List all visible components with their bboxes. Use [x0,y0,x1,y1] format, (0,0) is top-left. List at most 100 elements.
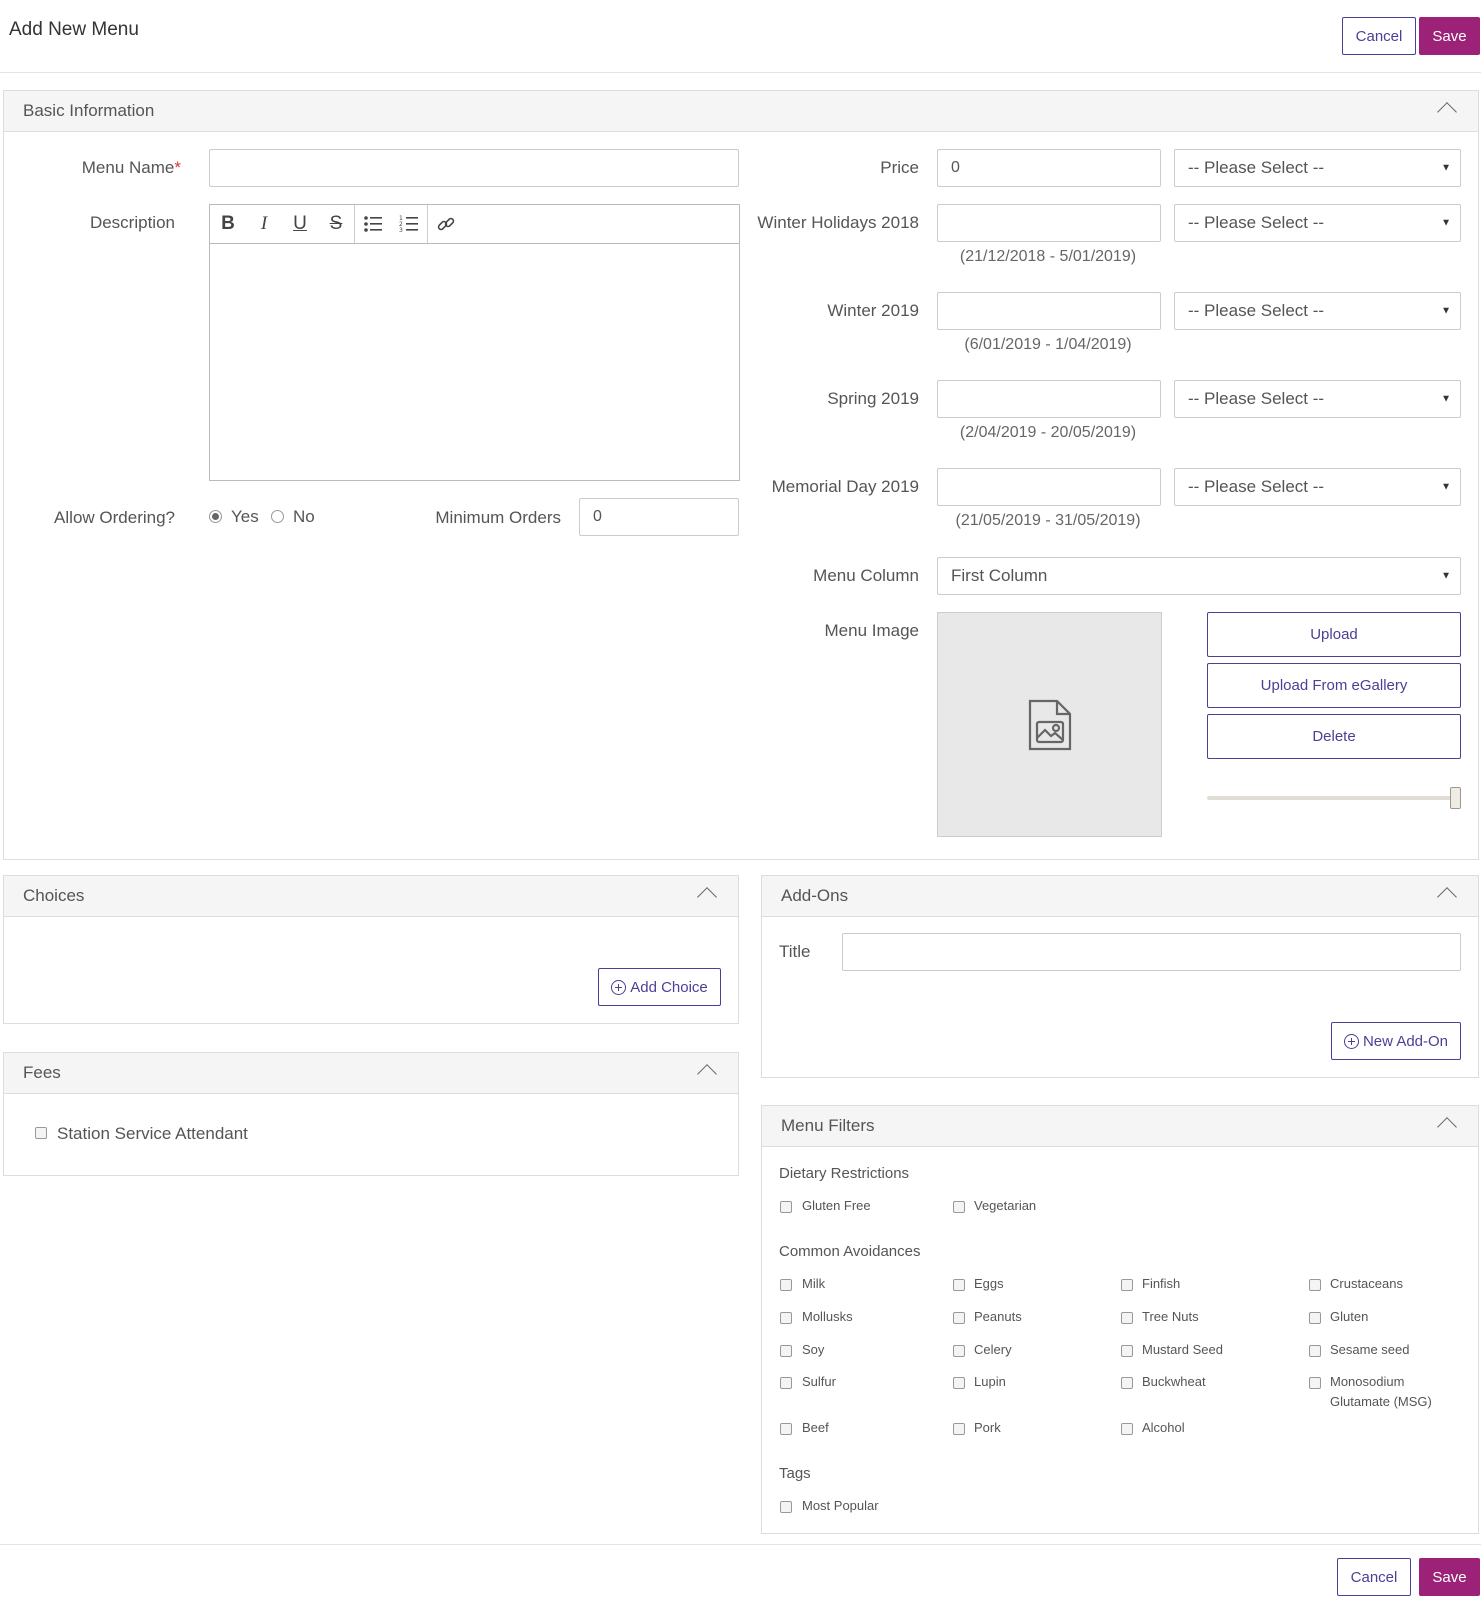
menu-name-input[interactable] [209,149,739,187]
minimum-orders-input[interactable]: 0 [579,498,739,536]
filter-label: Most Popular [802,1498,879,1513]
filter-checkbox[interactable] [1121,1345,1133,1357]
fees-header[interactable]: Fees [4,1053,738,1094]
filter-checkbox[interactable] [953,1279,965,1291]
italic-icon[interactable]: I [246,205,282,243]
filter-checkbox[interactable] [953,1423,965,1435]
cancel-button[interactable]: Cancel [1342,17,1416,55]
add-on-title-input[interactable] [842,933,1461,971]
add-choice-button[interactable]: Add Choice [598,968,721,1006]
add-ons-header[interactable]: Add-Ons [762,876,1478,917]
filter-checkbox[interactable] [953,1312,965,1324]
upload-from-egallery-button[interactable]: Upload From eGallery [1207,663,1461,708]
filter-checkbox[interactable] [780,1423,792,1435]
filter-label: Crustaceans [1330,1276,1403,1291]
tags-heading: Tags [779,1465,811,1482]
filter-checkbox[interactable] [1121,1279,1133,1291]
chevron-up-icon[interactable] [697,887,717,907]
fees-panel: Fees [3,1052,739,1176]
chevron-up-icon[interactable] [1437,887,1457,907]
filter-label: Mustard Seed [1142,1342,1223,1357]
period-price-input[interactable] [937,292,1161,330]
allow-ordering-no-radio[interactable] [271,510,284,523]
chevron-up-icon[interactable] [1437,102,1457,122]
caret-down-icon: ▼ [1441,570,1451,582]
description-label: Description [89,213,175,232]
panel-title: Choices [23,886,85,905]
period-price-input[interactable] [937,468,1161,506]
filter-label: Tree Nuts [1142,1309,1199,1324]
period-price-input[interactable] [937,204,1161,242]
strikethrough-icon[interactable]: S [318,205,354,243]
no-label: No [293,507,315,526]
description-editor[interactable]: B I U S 123 [209,204,740,481]
plus-circle-icon [1343,1033,1359,1049]
delete-button[interactable]: Delete [1207,714,1461,759]
filter-label: Buckwheat [1142,1374,1206,1389]
filter-checkbox[interactable] [1309,1312,1321,1324]
new-add-on-button[interactable]: New Add-On [1331,1022,1461,1060]
filter-checkbox[interactable] [1309,1345,1321,1357]
period-unit-select[interactable]: -- Please Select -- ▼ [1174,468,1461,506]
chevron-up-icon[interactable] [697,1064,717,1084]
basic-information-header[interactable]: Basic Information [4,91,1478,132]
cancel-button[interactable]: Cancel [1337,1558,1411,1596]
filter-checkbox[interactable] [780,1501,792,1513]
period-date-range: (2/04/2019 - 20/05/2019) [959,424,1137,441]
add-on-title-label: Title [779,942,811,961]
period-unit-select[interactable]: -- Please Select -- ▼ [1174,204,1461,242]
choices-header[interactable]: Choices [4,876,738,917]
underline-icon[interactable]: U [282,205,318,243]
menu-filters-header[interactable]: Menu Filters [762,1106,1478,1147]
filter-checkbox[interactable] [1309,1279,1321,1291]
save-button[interactable]: Save [1419,17,1480,55]
period-label: Memorial Day 2019 [771,477,919,496]
editor-toolbar: B I U S 123 [210,205,739,244]
numbered-list-icon[interactable]: 123 [391,205,427,243]
filter-checkbox[interactable] [1121,1423,1133,1435]
upload-button[interactable]: Upload [1207,612,1461,657]
filter-label: Soy [802,1342,825,1357]
menu-image-preview [937,612,1162,837]
bullet-list-icon[interactable] [355,205,391,243]
filter-checkbox[interactable] [780,1377,792,1389]
link-icon[interactable] [428,205,464,243]
filter-checkbox[interactable] [953,1377,965,1389]
filter-checkbox[interactable] [1121,1312,1133,1324]
chevron-up-icon[interactable] [1437,1117,1457,1137]
price-label: Price [880,158,919,177]
menu-column-select[interactable]: First Column ▼ [937,557,1461,595]
panel-title: Fees [23,1063,61,1082]
filter-checkbox[interactable] [780,1279,792,1291]
allow-ordering-yes-radio[interactable] [209,510,222,523]
filter-checkbox[interactable] [780,1201,792,1213]
period-unit-select[interactable]: -- Please Select -- ▼ [1174,380,1461,418]
filter-checkbox[interactable] [1309,1377,1321,1389]
menu-column-label: Menu Column [813,566,919,585]
filter-checkbox[interactable] [1121,1377,1133,1389]
panel-title: Menu Filters [781,1116,875,1135]
period-price-input[interactable] [937,380,1161,418]
bold-icon[interactable]: B [210,205,246,243]
filter-label: Alcohol [1142,1420,1185,1435]
filter-checkbox[interactable] [780,1345,792,1357]
price-input[interactable]: 0 [937,149,1161,187]
save-button[interactable]: Save [1419,1558,1480,1596]
filter-checkbox[interactable] [780,1312,792,1324]
filter-label: Finfish [1142,1276,1181,1291]
caret-down-icon: ▼ [1441,217,1451,229]
image-size-slider-track[interactable] [1207,796,1461,800]
price-unit-select[interactable]: -- Please Select -- ▼ [1174,149,1461,187]
filter-label: Gluten [1330,1309,1369,1324]
period-unit-select[interactable]: -- Please Select -- ▼ [1174,292,1461,330]
svg-text:3: 3 [399,227,403,233]
image-size-slider-handle[interactable] [1450,787,1461,809]
filter-label: Sesame seed [1330,1342,1410,1357]
station-service-attendant-checkbox[interactable] [35,1127,47,1139]
filter-label: Pork [974,1420,1001,1435]
period-date-range: (21/05/2019 - 31/05/2019) [955,512,1141,529]
filter-label: Lupin [974,1374,1006,1389]
yes-label: Yes [231,507,259,526]
filter-checkbox[interactable] [953,1345,965,1357]
filter-checkbox[interactable] [953,1201,965,1213]
